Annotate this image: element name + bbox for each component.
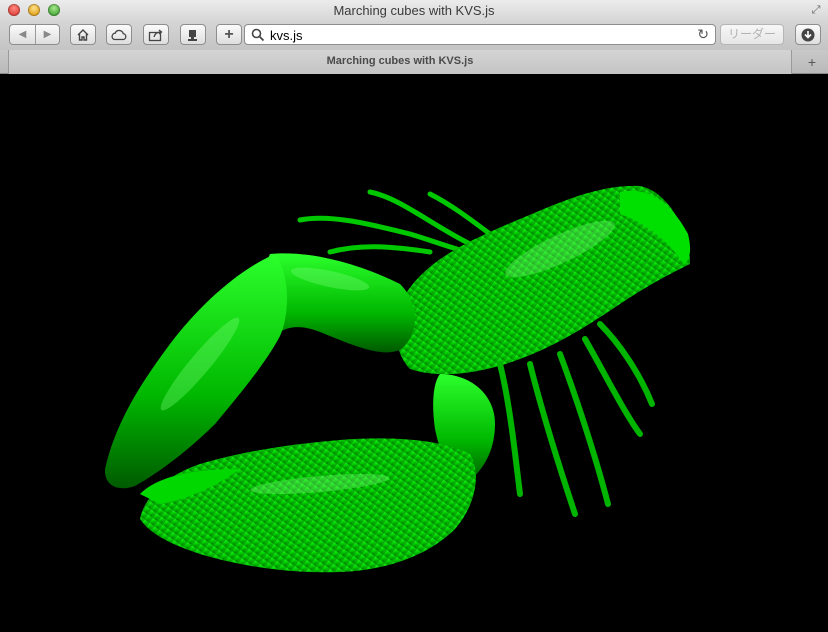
tab-active[interactable]: Marching cubes with KVS.js (8, 50, 792, 74)
lobster-isosurface-render[interactable] (0, 74, 828, 632)
fullscreen-icon[interactable]: ⤢ (810, 4, 822, 16)
tab-bar: Marching cubes with KVS.js + (0, 50, 828, 74)
plus-icon: + (807, 54, 817, 70)
webgl-canvas[interactable] (0, 74, 828, 632)
lower-claw (140, 438, 476, 573)
share-button[interactable] (143, 24, 169, 45)
reload-icon[interactable]: ↻ (697, 26, 709, 43)
cloud-icon (111, 29, 127, 41)
downloads-button[interactable] (795, 24, 821, 45)
search-icon (251, 28, 265, 42)
share-icon (148, 29, 163, 42)
toolbar: ◀ ▶ + kvs.js ↻ リーダー (0, 22, 828, 50)
address-bar[interactable]: kvs.js ↻ (244, 24, 716, 45)
home-button[interactable] (70, 24, 96, 45)
plus-icon: + (224, 26, 234, 43)
reader-button[interactable]: リーダー (720, 24, 784, 45)
home-icon (77, 29, 89, 41)
url-text[interactable]: kvs.js (270, 28, 303, 43)
back-forward-buttons: ◀ ▶ (9, 24, 60, 45)
back-button[interactable]: ◀ (10, 25, 36, 44)
new-tab-button[interactable]: + (804, 54, 820, 70)
title-bar[interactable]: Marching cubes with KVS.js ⤢ (0, 0, 828, 22)
browser-window: Marching cubes with KVS.js ⤢ ◀ ▶ + kvs.j… (0, 0, 828, 632)
reading-list-button[interactable] (180, 24, 206, 45)
forward-button[interactable]: ▶ (35, 25, 60, 44)
download-icon (801, 28, 815, 42)
icloud-tabs-button[interactable] (106, 24, 132, 45)
add-bookmark-button[interactable]: + (216, 24, 242, 45)
stamp-icon (188, 30, 197, 41)
tab-title: Marching cubes with KVS.js (326, 55, 474, 67)
window-title: Marching cubes with KVS.js (333, 3, 495, 18)
antennae (297, 189, 493, 255)
